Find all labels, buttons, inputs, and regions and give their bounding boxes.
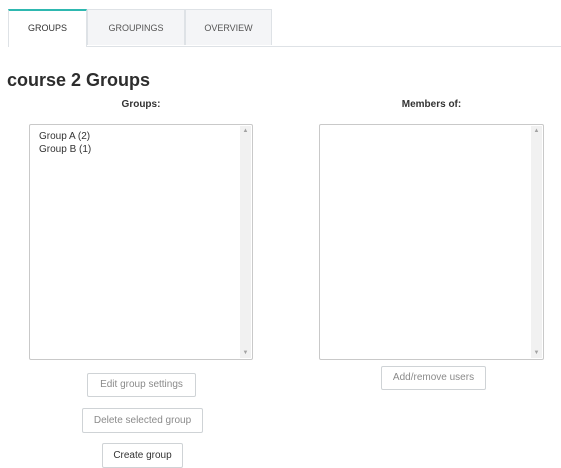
edit-group-settings-button[interactable]: Edit group settings bbox=[87, 373, 196, 397]
members-header: Members of: bbox=[401, 99, 462, 110]
delete-selected-group-button[interactable]: Delete selected group bbox=[82, 408, 203, 433]
scroll-up-arrow-icon[interactable]: ▲ bbox=[531, 126, 542, 136]
tab-bar: GROUPS GROUPINGS OVERVIEW bbox=[8, 9, 561, 47]
scroll-up-arrow-icon[interactable]: ▲ bbox=[240, 126, 251, 136]
scroll-down-arrow-icon[interactable]: ▼ bbox=[531, 348, 542, 358]
groups-list: Group A (2) Group B (1) bbox=[30, 125, 252, 156]
tab-groupings[interactable]: GROUPINGS bbox=[87, 9, 185, 45]
groups-listbox[interactable]: Group A (2) Group B (1) ▲ ▼ bbox=[29, 124, 253, 360]
scroll-down-arrow-icon[interactable]: ▼ bbox=[240, 348, 251, 358]
members-listbox[interactable]: ▲ ▼ bbox=[319, 124, 544, 360]
create-group-button[interactable]: Create group bbox=[102, 443, 183, 468]
members-scrollbar[interactable]: ▲ ▼ bbox=[531, 126, 542, 358]
list-item-group-b[interactable]: Group B (1) bbox=[39, 143, 252, 156]
add-remove-users-button[interactable]: Add/remove users bbox=[381, 366, 486, 390]
groups-header: Groups: bbox=[121, 99, 161, 110]
tab-groups[interactable]: GROUPS bbox=[8, 9, 87, 47]
tab-overview[interactable]: OVERVIEW bbox=[185, 9, 272, 45]
groups-scrollbar[interactable]: ▲ ▼ bbox=[240, 126, 251, 358]
page-title: course 2 Groups bbox=[7, 70, 151, 90]
list-item-group-a[interactable]: Group A (2) bbox=[39, 130, 252, 143]
